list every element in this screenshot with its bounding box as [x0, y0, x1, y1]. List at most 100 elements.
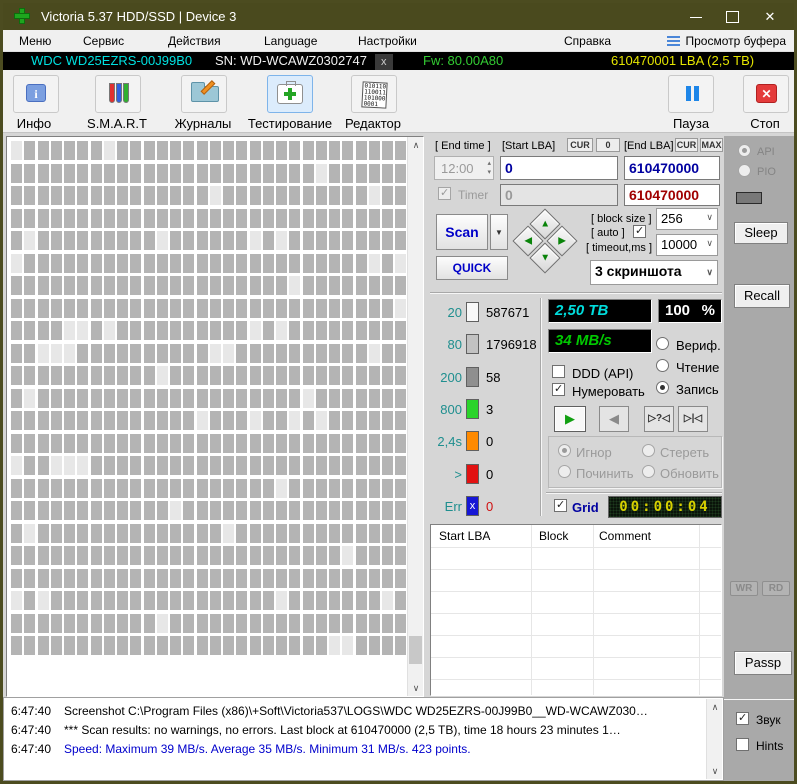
passp-button[interactable]: Passp — [734, 651, 792, 675]
map-block — [369, 141, 380, 160]
sound-checkbox[interactable] — [736, 712, 749, 725]
map-block — [356, 636, 367, 655]
map-block — [289, 636, 300, 655]
menu-item-help[interactable]: Справка — [564, 34, 611, 48]
map-block — [130, 479, 141, 498]
map-block — [303, 569, 314, 588]
map-scrollbar[interactable]: ∧ ∨ — [407, 137, 423, 696]
device-model[interactable]: WDC WD25EZRS-00J99B0 — [31, 52, 192, 70]
map-block — [77, 411, 88, 430]
map-block — [104, 569, 115, 588]
map-block — [157, 276, 168, 295]
map-block — [276, 501, 287, 520]
scroll-down-icon[interactable]: ∨ — [707, 763, 723, 779]
scroll-down-icon[interactable]: ∨ — [408, 680, 424, 696]
column-header-block[interactable]: Block — [539, 529, 568, 543]
block-size-select[interactable]: 256∨ — [656, 208, 718, 230]
defect-table[interactable]: Start LBA Block Comment — [430, 524, 722, 696]
timer-checkbox[interactable] — [438, 187, 451, 200]
grid-checkbox[interactable] — [554, 499, 567, 512]
back-button[interactable]: ◀ — [599, 406, 629, 432]
map-block — [24, 479, 35, 498]
map-block — [369, 344, 380, 363]
close-button[interactable]: ✕ — [753, 3, 787, 30]
map-block — [104, 456, 115, 475]
logs-button[interactable] — [181, 75, 227, 113]
start-lba-cur-button[interactable]: CUR — [567, 138, 593, 152]
map-block — [263, 209, 274, 228]
numerate-checkbox[interactable] — [552, 383, 565, 396]
write-radio[interactable] — [656, 381, 669, 394]
stop-button[interactable]: ✕ — [743, 75, 789, 113]
start-lba-input[interactable] — [500, 156, 618, 180]
log-panel[interactable]: 6:47:40 Screenshot C:\Program Files (x86… — [3, 697, 724, 781]
map-block — [77, 524, 88, 543]
map-block — [117, 389, 128, 408]
map-block — [369, 209, 380, 228]
scroll-thumb[interactable] — [409, 636, 422, 664]
map-block — [91, 254, 102, 273]
editor-button[interactable]: 010110 110011 101000 0001 — [351, 75, 397, 113]
map-block — [316, 276, 327, 295]
device-tab-close[interactable]: x — [375, 52, 393, 70]
end-time-spinner[interactable]: 12:00 ▴ ▾ — [434, 156, 494, 180]
map-block — [395, 524, 406, 543]
auto-checkbox[interactable] — [633, 225, 646, 238]
map-block — [289, 366, 300, 385]
smart-button[interactable] — [95, 75, 141, 113]
ddd-api-checkbox[interactable] — [552, 365, 565, 378]
minimize-button[interactable] — [681, 3, 711, 30]
seek-end-button[interactable]: ▷|◁ — [678, 406, 708, 432]
menu-item-language[interactable]: Language — [264, 34, 317, 48]
map-block — [369, 321, 380, 340]
map-block — [223, 209, 234, 228]
pause-button[interactable] — [668, 75, 714, 113]
scroll-up-icon[interactable]: ∧ — [408, 137, 424, 153]
scan-button[interactable]: Scan — [436, 214, 488, 250]
spin-up-icon[interactable]: ▴ — [487, 160, 491, 168]
read-radio[interactable] — [656, 359, 669, 372]
ignore-radio — [558, 444, 571, 457]
screenshot-mode-select[interactable]: 3 скриншота∨ — [590, 260, 718, 285]
buffer-view-button[interactable]: Просмотр буфера — [667, 34, 786, 48]
map-block — [117, 434, 128, 453]
menu-item-actions[interactable]: Действия — [168, 34, 221, 48]
info-button[interactable]: i — [13, 75, 59, 113]
spin-down-icon[interactable]: ▾ — [487, 169, 491, 177]
map-block — [369, 186, 380, 205]
map-block — [276, 366, 287, 385]
verify-radio[interactable] — [656, 337, 669, 350]
map-block — [24, 141, 35, 160]
map-block — [236, 411, 247, 430]
scan-dropdown-button[interactable]: ▼ — [490, 214, 508, 250]
timeout-select[interactable]: 10000∨ — [656, 234, 718, 256]
map-block — [117, 524, 128, 543]
scroll-up-icon[interactable]: ∧ — [707, 699, 723, 715]
menu-item-menu[interactable]: Меню — [19, 34, 51, 48]
start-lba-zero-button[interactable]: 0 — [596, 138, 620, 152]
end-lba-input[interactable] — [624, 156, 720, 180]
maximize-button[interactable] — [717, 3, 747, 30]
recall-button[interactable]: Recall — [734, 284, 790, 308]
map-block — [329, 591, 340, 610]
hints-checkbox[interactable] — [736, 738, 749, 751]
seek-question-button[interactable]: ▷?◁ — [644, 406, 674, 432]
map-block — [51, 164, 62, 183]
map-block — [329, 344, 340, 363]
column-header-start-lba[interactable]: Start LBA — [439, 529, 490, 543]
map-block — [77, 254, 88, 273]
quick-button[interactable]: QUICK — [436, 256, 508, 280]
menu-item-settings[interactable]: Настройки — [358, 34, 417, 48]
end-lba-cur-button[interactable]: CUR — [675, 138, 698, 152]
map-block — [117, 636, 128, 655]
end-lba-max-button[interactable]: MAX — [700, 138, 723, 152]
map-block — [144, 344, 155, 363]
play-button[interactable]: ▶ — [554, 406, 586, 432]
menu-item-service[interactable]: Сервис — [83, 34, 124, 48]
column-header-comment[interactable]: Comment — [599, 529, 651, 543]
testing-button[interactable] — [267, 75, 313, 113]
map-block — [236, 164, 247, 183]
map-block — [117, 411, 128, 430]
log-scrollbar[interactable]: ∧ ∨ — [706, 699, 722, 779]
sleep-button[interactable]: Sleep — [734, 222, 788, 244]
